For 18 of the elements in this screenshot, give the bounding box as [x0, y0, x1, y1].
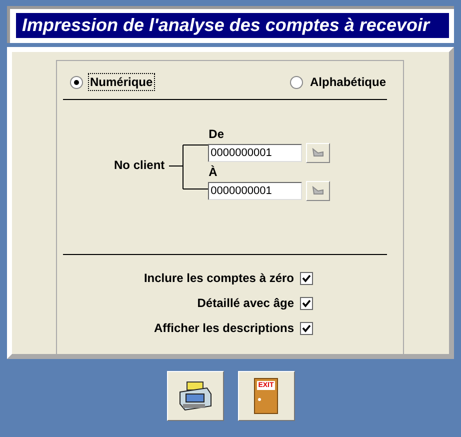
- client-label: No client: [114, 158, 165, 172]
- checkbox[interactable]: [300, 322, 313, 334]
- radio-option[interactable]: Numérique: [70, 71, 154, 93]
- input-field[interactable]: 0000000001: [208, 182, 302, 200]
- radio-button-icon[interactable]: [70, 76, 83, 88]
- checkbox[interactable]: [300, 296, 313, 310]
- radio-option[interactable]: Alphabétique: [290, 71, 387, 93]
- field-label: De: [208, 127, 226, 143]
- printer-icon: [177, 380, 213, 412]
- print-button[interactable]: [166, 371, 224, 421]
- input-field[interactable]: 0000000001: [208, 144, 302, 162]
- window-title: Impression de l'analyse des comptes à recevoir: [16, 13, 449, 38]
- checkbox[interactable]: [300, 272, 313, 284]
- field-label: À: [208, 165, 218, 181]
- option-label: Afficher les descriptions: [154, 321, 294, 335]
- option-label: Inclure les comptes à zéro: [144, 271, 294, 285]
- radio-button-icon[interactable]: [290, 76, 303, 88]
- option-label: Détaillé avec âge: [197, 296, 294, 310]
